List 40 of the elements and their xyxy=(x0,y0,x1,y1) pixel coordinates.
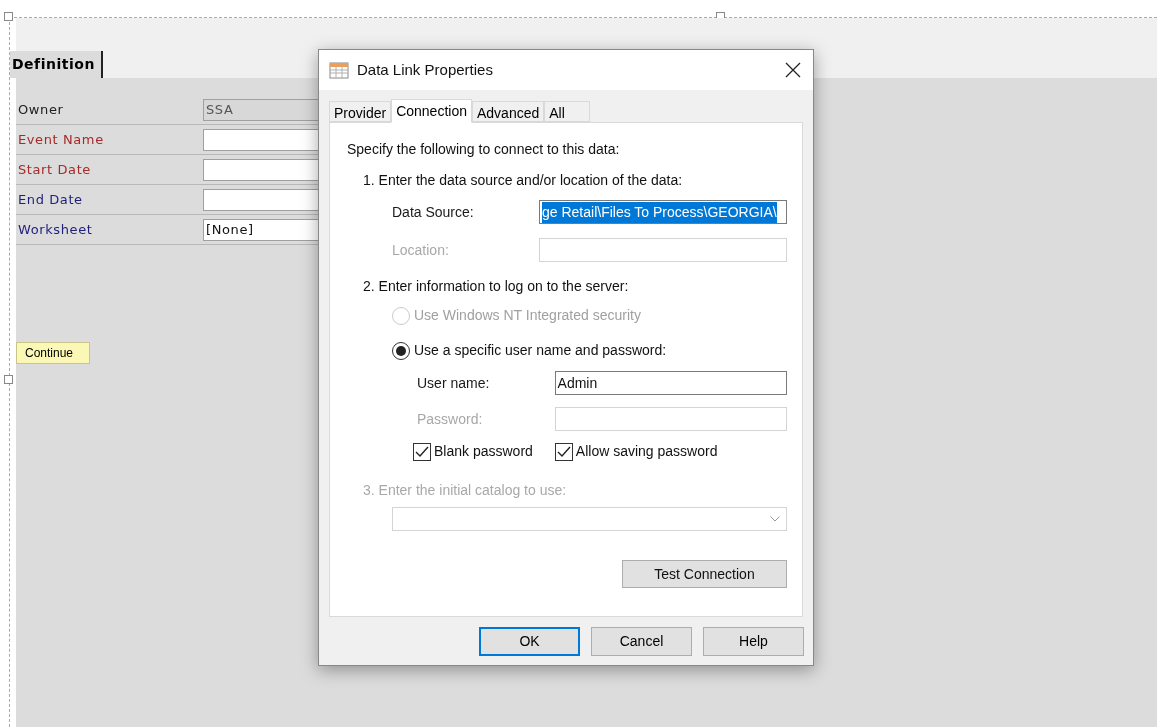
chevron-down-icon xyxy=(770,516,780,522)
test-connection-button[interactable]: Test Connection xyxy=(622,560,787,588)
window-title: Data Link Properties xyxy=(357,59,493,80)
radio-label: Use a specific user name and password: xyxy=(414,341,667,360)
checkbox-label: Blank password xyxy=(434,442,533,461)
dialog-tab[interactable]: Advanced xyxy=(471,101,545,122)
checkbox[interactable] xyxy=(413,442,431,461)
field-label: Owner xyxy=(17,100,65,119)
resize-handle[interactable] xyxy=(4,375,13,384)
text-field[interactable] xyxy=(539,238,787,262)
field-label: Event Name xyxy=(17,130,105,149)
checkbox-label: Allow saving password xyxy=(575,442,718,461)
step-heading: 3. Enter the initial catalog to use: xyxy=(363,481,568,500)
dialog-button[interactable]: Cancel xyxy=(591,627,692,656)
table-icon xyxy=(329,61,349,79)
checkbox[interactable] xyxy=(554,442,573,461)
radio-label: Use Windows NT Integrated security xyxy=(414,306,641,325)
text-field[interactable]: ge Retail\Files To Process\GEORGIA\ xyxy=(539,200,787,224)
field-label: Data Source: xyxy=(392,202,475,222)
dialog-tab[interactable]: Connection xyxy=(391,99,472,123)
field-label: Location: xyxy=(392,240,450,260)
step-heading: 2. Enter information to log on to the server: xyxy=(363,277,630,296)
dialog-button[interactable]: OK xyxy=(479,627,580,656)
field-label: Password: xyxy=(417,409,484,429)
field-label: End Date xyxy=(17,190,84,209)
dialog-tab[interactable]: All xyxy=(544,101,590,122)
text-field[interactable] xyxy=(554,407,787,431)
field-label: Worksheet xyxy=(17,220,94,239)
close-icon[interactable] xyxy=(785,62,801,78)
resize-handle[interactable] xyxy=(4,12,13,21)
field-label: User name: xyxy=(417,373,491,393)
dialog-button[interactable]: Help xyxy=(703,627,804,656)
continue-button[interactable]: Continue xyxy=(16,342,90,364)
intro-text: Specify the following to connect to this data: xyxy=(347,140,621,159)
text-field[interactable]: Admin xyxy=(554,371,787,395)
form-tab[interactable]: Definition xyxy=(10,51,103,78)
dialog-tab[interactable]: Provider xyxy=(329,101,392,122)
step-heading: 1. Enter the data source and/or location of the data: xyxy=(363,171,684,190)
radio-button[interactable] xyxy=(392,341,410,360)
field-label: Start Date xyxy=(17,160,92,179)
